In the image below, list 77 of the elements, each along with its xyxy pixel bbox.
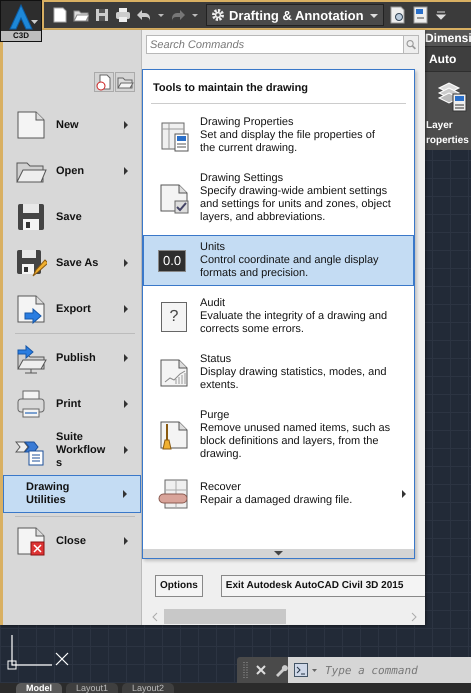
- bandage-page-icon: [158, 478, 190, 510]
- menu-item[interactable]: Close: [3, 518, 141, 564]
- item-description: Repair a damaged drawing file.: [200, 494, 354, 507]
- save-icon: [15, 201, 47, 233]
- menu-item[interactable]: New: [3, 102, 141, 148]
- submenu-item[interactable]: Status Display drawing statistics, modes, and extents.: [143, 347, 414, 398]
- close-icon[interactable]: [255, 664, 267, 676]
- workspace-dropdown[interactable]: Drafting & Annotation: [206, 4, 384, 26]
- layout-tab[interactable]: Layout2: [122, 683, 174, 693]
- item-description: Set and display the file properties of the current drawing.: [200, 129, 376, 155]
- app-label: C3D: [1, 31, 41, 41]
- item-title: Recover: [200, 481, 242, 494]
- menu-item[interactable]: Publish: [3, 335, 141, 381]
- submenu-item[interactable]: ? Audit Evaluate the integrity of a drawing and corrects some errors.: [143, 291, 414, 342]
- options-button[interactable]: Options: [155, 574, 203, 598]
- menu-item[interactable]: Save As: [3, 240, 141, 286]
- item-title: Drawing Properties: [200, 116, 295, 129]
- caret-icon: [31, 20, 38, 25]
- item-description: Display drawing statistics, modes, and extents.: [200, 366, 388, 392]
- page-icon: [15, 109, 47, 141]
- save-icon[interactable]: [94, 7, 110, 23]
- submenu-item[interactable]: 0.0 Units Control coordinate and angle display formats and precision.: [143, 235, 414, 286]
- gear-icon: [211, 8, 225, 22]
- item-title: Drawing Settings: [200, 172, 284, 185]
- command-line-field[interactable]: Type a command: [288, 657, 471, 683]
- item-title: Purge: [200, 409, 230, 422]
- ribbon-panel-title: Auto: [425, 46, 471, 72]
- search-field[interactable]: Search Commands: [146, 35, 403, 54]
- submenu-item[interactable]: Purge Remove unused named items, such as block definitions and layers, from the drawing.: [143, 403, 414, 467]
- wrench-icon[interactable]: [274, 663, 288, 677]
- submenu-item[interactable]: Drawing Settings Specify drawing-wide ambient settings and settings for units and zones, object layers, and abbreviations.: [143, 166, 414, 230]
- grip-icon: [243, 661, 248, 679]
- item-description: Control coordinate and angle display formats and precision.: [200, 254, 380, 280]
- item-title: Audit: [200, 297, 226, 310]
- layout-tab[interactable]: Layout1: [66, 683, 118, 693]
- menu-item[interactable]: Print: [3, 381, 141, 427]
- application-menu-button[interactable]: C3D: [0, 0, 42, 42]
- status-icon: [158, 356, 190, 388]
- menu-item[interactable]: Drawing Utilities: [3, 475, 141, 513]
- layer-properties-button[interactable]: Layer roperties: [425, 72, 471, 148]
- open-documents-icon[interactable]: [115, 72, 135, 92]
- window-icon[interactable]: [412, 6, 430, 24]
- item-title: Units: [200, 241, 226, 254]
- close-icon: [15, 525, 47, 557]
- printer-icon: [15, 388, 47, 420]
- units-sample: 0.0: [158, 250, 186, 272]
- new-icon[interactable]: [52, 7, 68, 23]
- submenu-item[interactable]: Recover Repair a damaged drawing file.: [143, 472, 414, 516]
- item-description: Specify drawing-wide ambient settings and settings for units and zones, object layers, and abbreviations.: [200, 185, 392, 224]
- publish-icon: [15, 342, 47, 374]
- command-input[interactable]: Type a command: [321, 664, 465, 676]
- export-icon: [15, 293, 47, 325]
- scrollbar-thumb[interactable]: [164, 609, 286, 624]
- menu-item[interactable]: Save: [3, 194, 141, 240]
- scroll-down-icon: [274, 550, 283, 556]
- question-mark: ?: [170, 308, 178, 326]
- redo-icon[interactable]: [170, 7, 186, 23]
- submenu-item[interactable]: Drawing Properties Set and display the file properties of the current drawing.: [143, 110, 414, 161]
- ribbon-tab[interactable]: Dimensi: [425, 30, 471, 46]
- layers-icon: [437, 80, 469, 112]
- recent-documents-icon[interactable]: [94, 72, 114, 92]
- layout-tab[interactable]: Model: [16, 683, 62, 693]
- prompt-icon: [294, 663, 308, 677]
- item-description: Remove unused named items, such as block definitions and layers, from the drawing.: [200, 422, 392, 461]
- menu-item[interactable]: Open: [3, 148, 141, 194]
- exit-button[interactable]: Exit Autodesk AutoCAD Civil 3D 2015: [220, 574, 425, 598]
- panel-title: Tools to maintain the drawing: [151, 70, 406, 104]
- menu-item[interactable]: Export: [3, 286, 141, 332]
- search-icon: [403, 35, 419, 54]
- save-as-icon: [15, 247, 47, 279]
- print-icon[interactable]: [115, 7, 131, 23]
- menu-item[interactable]: Suite Workflows: [3, 427, 141, 473]
- preview-icon[interactable]: [389, 6, 407, 24]
- item-description: Evaluate the integrity of a drawing and corrects some errors.: [200, 310, 388, 336]
- settings-page-icon: [158, 182, 190, 214]
- item-title: Status: [200, 353, 232, 366]
- broom-page-icon: [158, 419, 190, 451]
